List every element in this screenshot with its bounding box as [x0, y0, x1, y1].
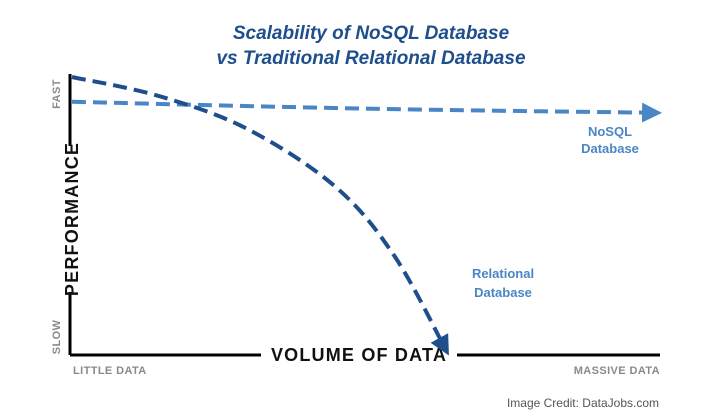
series-line-relational [71, 75, 449, 356]
y-tick-slow: SLOW [51, 319, 63, 354]
image-credit: Image Credit: DataJobs.com [507, 396, 659, 410]
series-label-nosql-line-2: Database [581, 141, 639, 156]
x-tick-massive-data: MASSIVE DATA [574, 365, 660, 377]
series-label-nosql-line-1: NoSQL [588, 124, 632, 139]
chart-svg: Scalability of NoSQL Database vs Traditi… [51, 23, 662, 410]
chart-title-line-1: Scalability of NoSQL Database [233, 23, 510, 44]
series-label-relational-line-1: Relational [472, 266, 534, 281]
series-line-nosql [71, 99, 662, 123]
chart-title-line-2: vs Traditional Relational Database [216, 48, 525, 69]
chart: Scalability of NoSQL Database vs Traditi… [0, 0, 713, 416]
series-label-relational-line-2: Database [474, 285, 532, 300]
x-tick-little-data: LITTLE DATA [73, 365, 147, 377]
x-axis-label: VOLUME OF DATA [271, 345, 447, 365]
y-tick-fast: FAST [51, 79, 63, 109]
y-axis-label: PERFORMANCE [62, 142, 82, 296]
